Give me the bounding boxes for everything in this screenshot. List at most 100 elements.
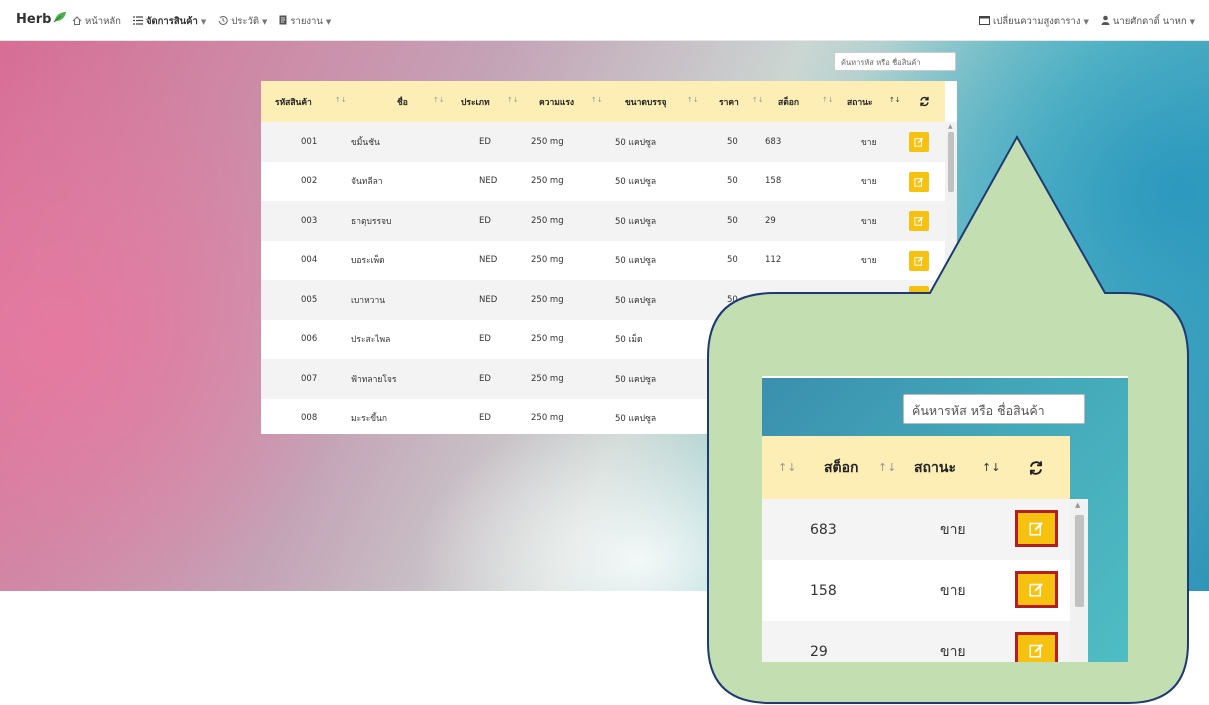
edit-button-highlighted[interactable] [1015,632,1058,662]
edit-button[interactable] [909,286,929,306]
cell-strength: 250 mg [531,294,564,305]
header-stock[interactable]: สต็อก [778,81,799,122]
brand-text: Herb [16,11,52,27]
sort-icon[interactable]: ↑↓ [433,96,445,104]
cell-name: บอระเพ็ด [351,256,385,267]
sort-icon[interactable]: ↑↓ [752,96,764,104]
cell-package: 50 เม็ด [615,335,643,346]
cell-type: NED [479,176,498,187]
table-row: 003 ธาตุบรรจบ ED 250 mg 50 แคปซูล 50 29 ขาย [261,201,945,241]
scrollbar-thumb[interactable] [948,132,954,192]
history-icon [218,15,228,28]
zoom-header-stock[interactable]: สต็อก [824,436,859,499]
edit-button[interactable] [909,132,929,152]
chevron-down-icon: ▼ [325,17,332,26]
edit-icon [1029,582,1044,597]
cell-code: 001 [301,136,318,147]
chevron-down-icon: ▼ [1189,17,1195,26]
list-icon [132,15,143,28]
cell-type: NED [479,255,498,266]
sort-icon[interactable]: ↑↓ [822,96,834,104]
nav-reports[interactable]: รายงาน ▼ [279,14,331,29]
zoom-cell-status: ขาย [940,582,966,599]
sort-icon[interactable]: ↑↓ [591,96,603,104]
zoom-scrollbar[interactable]: ▲ [1070,499,1088,662]
edit-button[interactable] [909,171,929,192]
sort-icon[interactable]: ↑↓ [507,96,519,104]
cell-strength: 250 mg [531,215,564,226]
cell-strength: 250 mg [531,373,564,384]
navbar: Herb หน้าหลัก จัดการสินค้า ▼ ประวัติ ▼ ร… [0,0,1209,41]
zoom-cell-stock: 683 [810,521,837,538]
header-price[interactable]: ราคา [719,81,739,122]
nav-reports-label: รายงาน [290,16,323,27]
nav-home[interactable]: หน้าหลัก [72,14,121,29]
header-package[interactable]: ขนาดบรรจุ [625,81,666,122]
edit-icon [914,137,924,147]
cell-status: ขาย [861,256,877,267]
cell-name: ประสะไพล [351,335,391,346]
cell-code: 002 [301,176,318,187]
refresh-icon[interactable] [919,81,930,122]
table-row: 002 จันทลีลา NED 250 mg 50 แคปซูล 50 158 ขาย [261,161,945,201]
table-row: 683 ขาย [762,499,1070,560]
edit-button[interactable] [909,211,929,231]
scroll-up-arrow-icon[interactable]: ▲ [1075,501,1080,509]
chevron-down-icon: ▼ [1083,17,1089,26]
cell-price: 50 [727,215,738,226]
zoom-header-status[interactable]: สถานะ [914,436,956,499]
cell-code: 008 [301,413,318,424]
edit-button[interactable] [909,250,929,271]
edit-button-highlighted[interactable] [1015,510,1058,547]
cell-strength: 250 mg [531,176,564,187]
sort-icon[interactable]: ↑↓ [335,96,347,104]
sort-icon[interactable]: ↑↓ [889,96,901,104]
edit-icon [1029,643,1044,658]
nav-right: เปลี่ยนความสูงตาราง ▼ นายศักดาดิ์ นาหก ▼ [979,14,1195,29]
zoom-top-border [762,376,1128,378]
cell-type: ED [479,373,491,384]
scroll-up-arrow-icon[interactable]: ▲ [948,123,953,130]
header-name[interactable]: ชื่อ [397,81,408,122]
cell-package: 50 แคปซูล [615,177,657,188]
header-strength[interactable]: ความแรง [539,81,574,122]
zoom-search-input[interactable]: ค้นหารหัส หรือ ชื่อสินค้า [903,394,1085,424]
zoom-cell-status: ขาย [940,643,966,660]
sort-icon[interactable]: ↑↓ [687,96,699,104]
header-code[interactable]: รหัสสินค้า [275,81,312,122]
brand-logo[interactable]: Herb [16,11,67,27]
cell-price: 50 [727,255,738,266]
cell-price: 50 [727,136,738,147]
scrollbar-thumb[interactable] [1075,515,1084,607]
sort-icon[interactable]: ↑↓ [878,461,896,474]
search-input[interactable]: ค้นหารหัส หรือ ชื่อสินค้า [834,52,956,71]
nav-history-label: ประวัติ [231,16,259,27]
report-icon [279,15,287,28]
table-row: 004 บอระเพ็ด NED 250 mg 50 แคปซูล 50 112 ขาย [261,240,945,280]
user-icon [1101,15,1110,28]
nav-products[interactable]: จัดการสินค้า ▼ [132,14,206,29]
edit-icon [914,256,924,266]
cell-type: ED [479,413,491,424]
sort-icon[interactable]: ↑↓ [778,461,796,474]
refresh-icon[interactable] [1028,436,1044,499]
nav-products-label: จัดการสินค้า [145,16,198,27]
chevron-down-icon: ▼ [262,17,268,26]
cell-stock: 112 [765,255,782,266]
cell-type: NED [479,294,498,305]
edit-button-highlighted[interactable] [1015,571,1058,608]
nav-row-height[interactable]: เปลี่ยนความสูงตาราง ▼ [979,14,1089,29]
cell-type: ED [479,136,491,147]
nav-row-height-label: เปลี่ยนความสูงตาราง [993,16,1081,27]
cell-price: 50 [727,176,738,187]
nav-history[interactable]: ประวัติ ▼ [218,14,267,29]
zoom-cell-status: ขาย [940,521,966,538]
window-icon [979,15,991,28]
cell-stock: 158 [765,176,782,187]
sort-icon[interactable]: ↑↓ [982,461,1000,474]
nav-user[interactable]: นายศักดาดิ์ นาหก ▼ [1101,14,1195,29]
cell-code: 003 [301,215,318,226]
header-status[interactable]: สถานะ [847,81,872,122]
header-type[interactable]: ประเภท [461,81,490,122]
table-row: 006 ประสะไพล ED 250 mg 50 เม็ด [261,319,945,359]
